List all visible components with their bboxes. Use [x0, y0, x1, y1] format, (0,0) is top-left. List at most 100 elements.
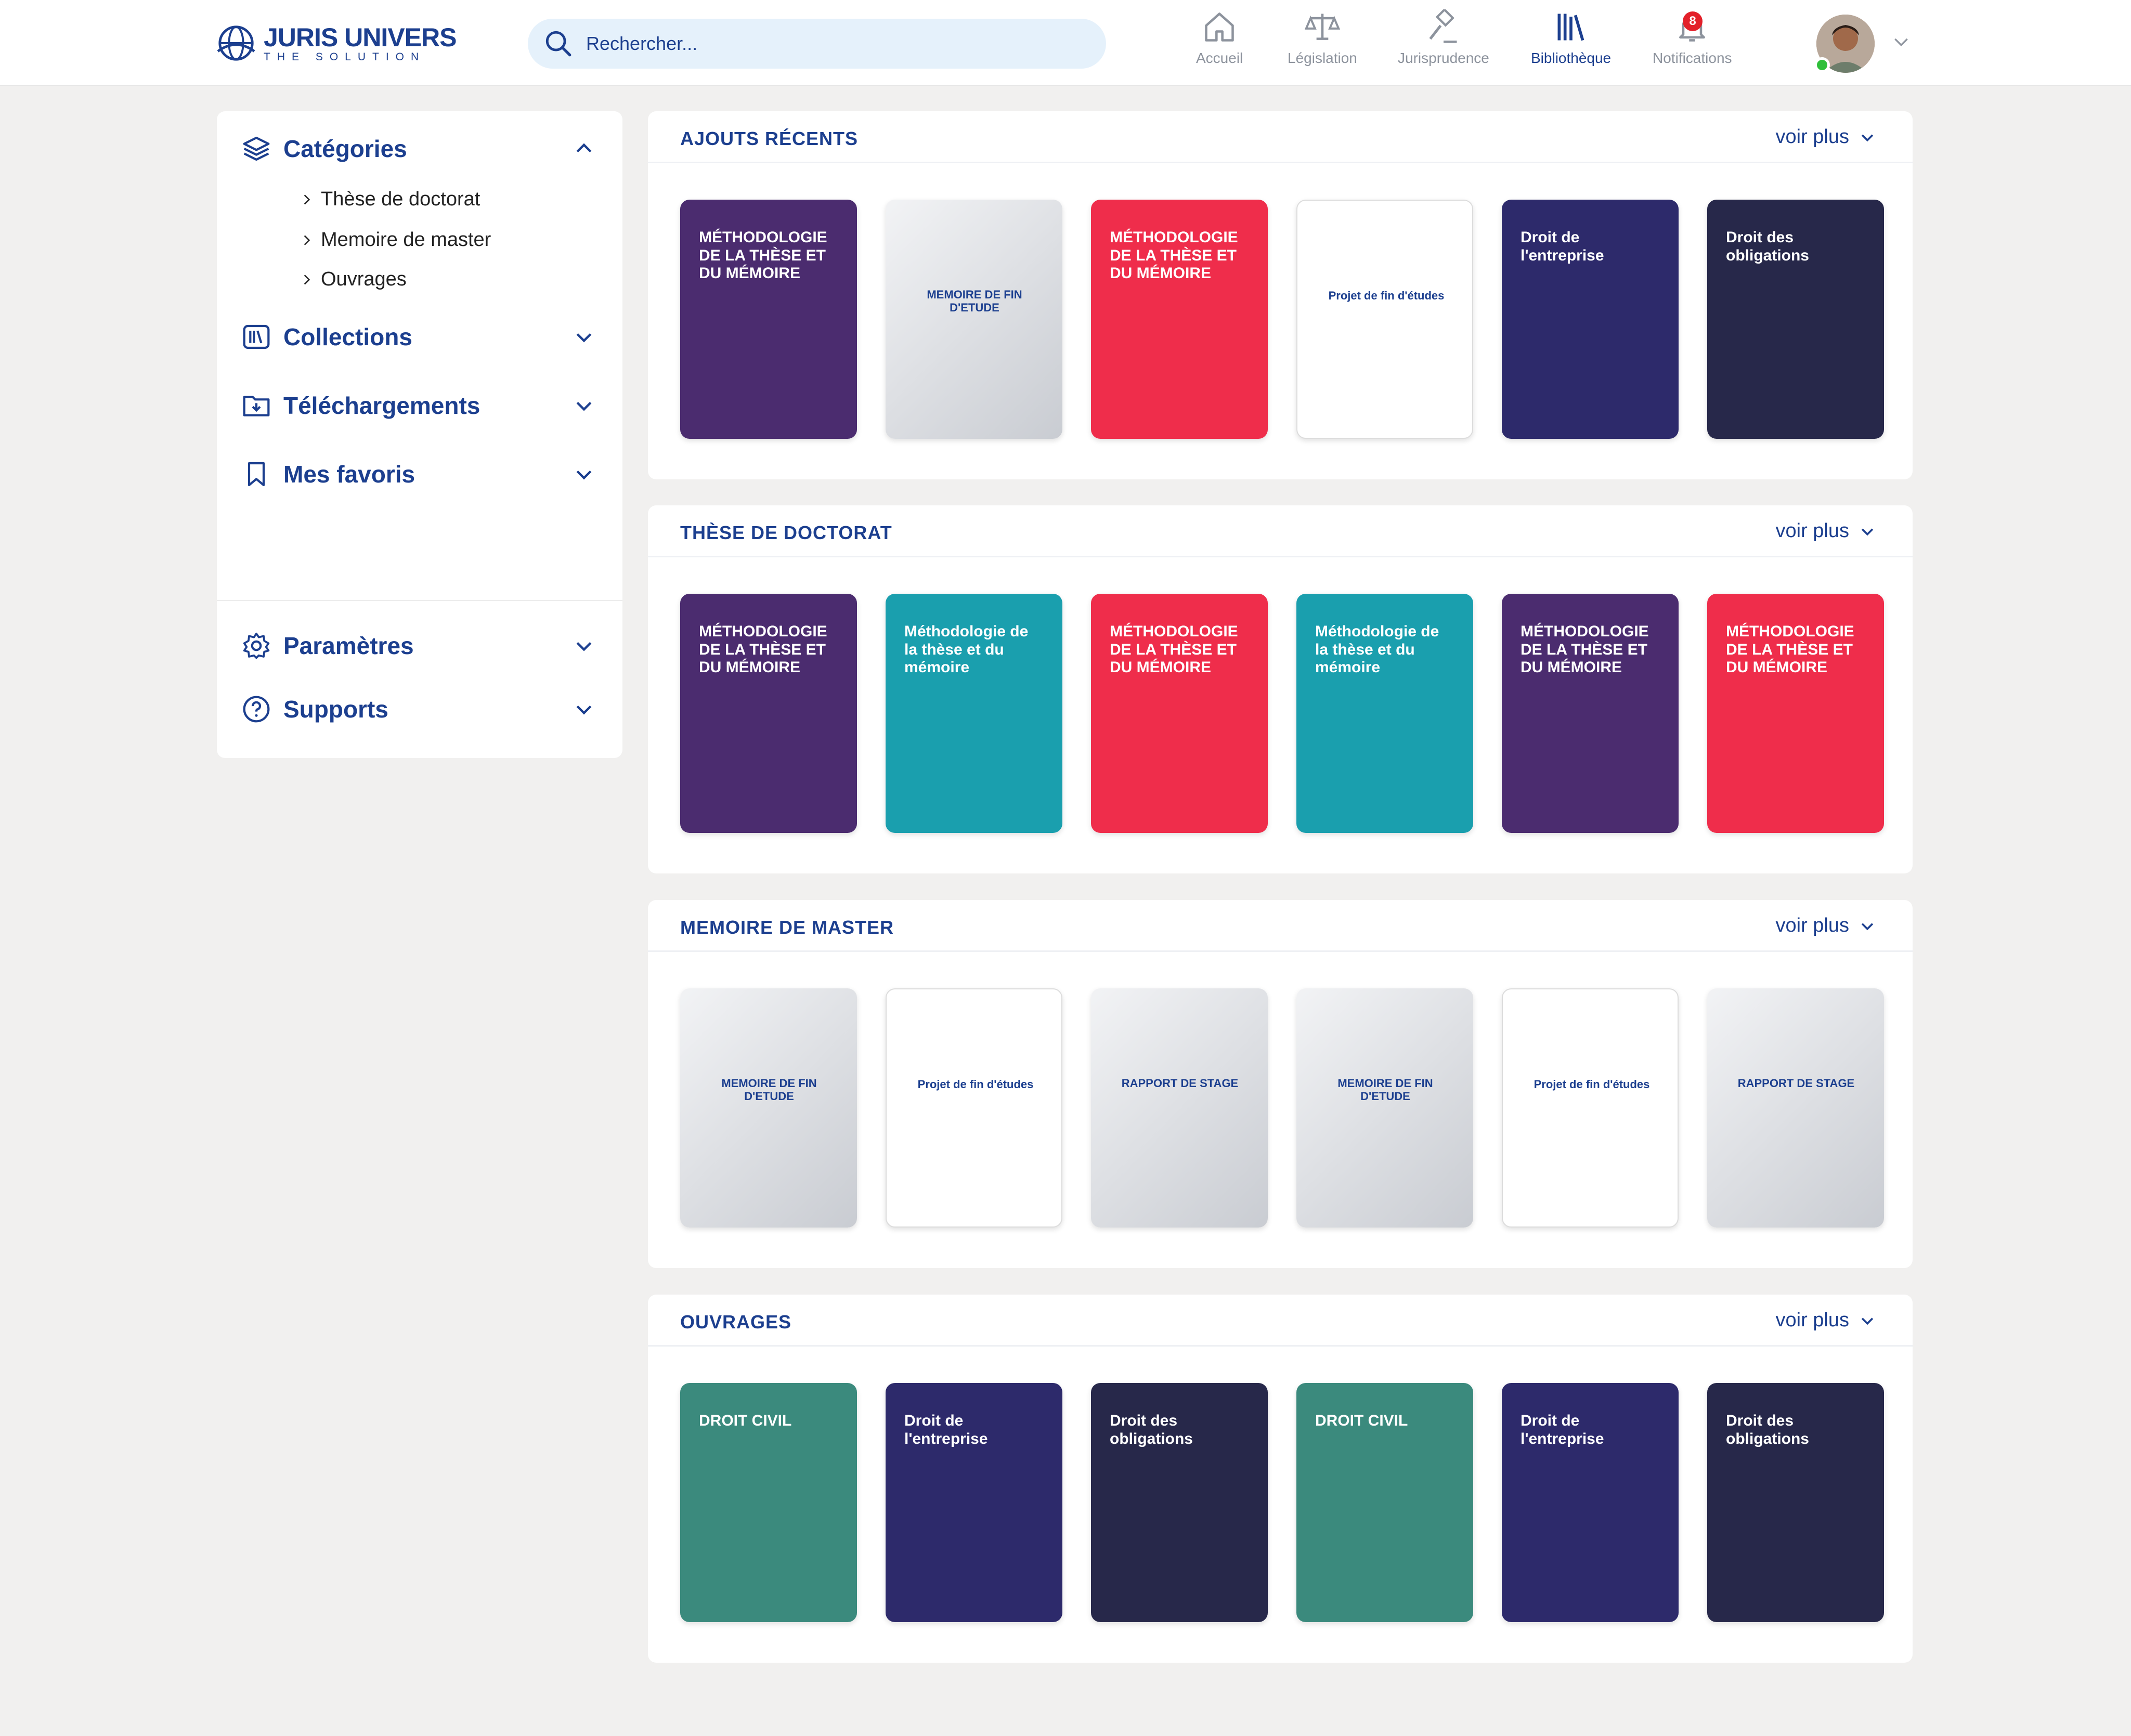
search-input[interactable] — [586, 33, 1054, 55]
section-3: MEMOIRE DE MASTER voir plus MEMOIRE DE FIN… — [648, 900, 1913, 1268]
book-title: MÉTHODOLOGIE DE LA THÈSE ET DU MÉMOIRE — [699, 229, 827, 282]
book-cover[interactable]: Méthodologie de la thèse et du mémoire — [886, 594, 1062, 833]
nav-notifications[interactable]: 8 Notifications — [1653, 9, 1732, 67]
book-cover[interactable]: RAPPORT DE STAGE — [1091, 988, 1268, 1228]
book-title: Méthodologie de la thèse et du mémoire — [904, 623, 1029, 676]
section-1: AJOUTS RÉCENTS voir plus MÉTHODOLOGIE DE L… — [648, 111, 1913, 479]
category-item-label: Ouvrages — [321, 268, 407, 290]
book-cover[interactable]: Droit de l'entreprise — [886, 1383, 1062, 1622]
book-cover[interactable]: Droit des obligations — [1707, 1383, 1884, 1622]
category-item-these[interactable]: Thèse de doctorat — [300, 188, 480, 211]
nav-label: Bibliothèque — [1531, 50, 1612, 66]
chevron-down-icon — [1861, 134, 1874, 141]
book-title: MÉTHODOLOGIE DE LA THÈSE ET DU MÉMOIRE — [1110, 623, 1238, 676]
brand-tagline: THE SOLUTION — [264, 50, 426, 63]
top-bar: JURIS UNIVERS THE SOLUTION Accueil Légis… — [0, 0, 2131, 86]
chevron-down-icon[interactable] — [573, 698, 595, 721]
sidebar-item-categories[interactable]: Catégories — [242, 134, 595, 163]
sidebar-item-label: Téléchargements — [283, 392, 480, 419]
book-cover[interactable]: DROIT CIVIL — [1296, 1383, 1473, 1622]
book-cover[interactable]: MÉTHODOLOGIE DE LA THÈSE ET DU MÉMOIRE — [680, 594, 857, 833]
search-icon — [545, 31, 571, 57]
search-bar[interactable] — [528, 19, 1106, 69]
layers-icon — [243, 136, 270, 161]
section-title: THÈSE DE DOCTORAT — [680, 522, 892, 543]
chevron-down-icon[interactable] — [573, 394, 595, 417]
book-title: DROIT CIVIL — [1315, 1412, 1408, 1429]
book-title: Projet de fin d'études — [917, 1078, 1034, 1091]
book-cover[interactable]: RAPPORT DE STAGE — [1707, 988, 1884, 1228]
sidebar-item-label: Supports — [283, 696, 388, 723]
gear-icon — [243, 632, 270, 659]
book-cover[interactable]: MÉTHODOLOGIE DE LA THÈSE ET DU MÉMOIRE — [680, 200, 857, 439]
see-more-button[interactable]: voir plus — [1776, 126, 1877, 148]
scales-icon — [1304, 14, 1340, 40]
book-cover[interactable]: MÉTHODOLOGIE DE LA THÈSE ET DU MÉMOIRE — [1091, 594, 1268, 833]
book-cover[interactable]: MÉTHODOLOGIE DE LA THÈSE ET DU MÉMOIRE — [1502, 594, 1679, 833]
book-row: MÉTHODOLOGIE DE LA THÈSE ET DU MÉMOIRE Mé… — [680, 594, 1884, 833]
see-more-button[interactable]: voir plus — [1776, 1309, 1877, 1332]
book-cover[interactable]: Méthodologie de la thèse et du mémoire — [1296, 594, 1473, 833]
home-icon — [1205, 12, 1234, 42]
category-item-label: Memoire de master — [321, 229, 491, 251]
book-cover[interactable]: Projet de fin d'études — [886, 988, 1062, 1228]
sidebar-divider — [217, 600, 622, 601]
section-title: OUVRAGES — [680, 1311, 792, 1333]
see-more-button[interactable]: voir plus — [1776, 915, 1877, 937]
book-title: Projet de fin d'études — [1534, 1078, 1650, 1091]
book-cover[interactable]: Droit des obligations — [1091, 1383, 1268, 1622]
nav-label: Législation — [1288, 50, 1357, 66]
brand-logo[interactable]: JURIS UNIVERS THE SOLUTION — [216, 20, 457, 67]
book-cover[interactable]: Droit des obligations — [1707, 200, 1884, 439]
nav-label: Notifications — [1653, 50, 1732, 66]
nav-legislation[interactable]: Législation — [1288, 9, 1357, 67]
book-title: Droit de l'entreprise — [1521, 229, 1604, 264]
category-item-ouvrages[interactable]: Ouvrages — [300, 268, 407, 291]
book-cover[interactable]: MEMOIRE DE FIN D'ETUDE — [1296, 988, 1473, 1228]
chevron-down-icon[interactable] — [1891, 31, 1912, 52]
nav-jurisprudence[interactable]: Jurisprudence — [1398, 9, 1489, 67]
book-title: MÉTHODOLOGIE DE LA THÈSE ET DU MÉMOIRE — [1726, 623, 1854, 676]
collections-icon — [243, 324, 270, 349]
book-cover[interactable]: Droit de l'entreprise — [1502, 1383, 1679, 1622]
chevron-down-icon[interactable] — [573, 634, 595, 657]
sidebar-item-supports[interactable]: Supports — [242, 695, 595, 724]
sidebar: Catégories Thèse de doctorat Memoire de … — [217, 111, 622, 758]
chevron-right-icon — [304, 194, 310, 205]
chevron-up-icon[interactable] — [573, 137, 595, 160]
book-title: Droit des obligations — [1110, 1412, 1193, 1447]
chevron-down-icon[interactable] — [573, 325, 595, 348]
sidebar-item-parametres[interactable]: Paramètres — [242, 631, 595, 660]
section-title: AJOUTS RÉCENTS — [680, 128, 859, 149]
category-item-memoire[interactable]: Memoire de master — [300, 229, 491, 251]
section-header: MEMOIRE DE MASTER voir plus — [648, 900, 1913, 952]
section-2: THÈSE DE DOCTORAT voir plus MÉTHODOLOGIE D… — [648, 505, 1913, 873]
book-cover[interactable]: Droit de l'entreprise — [1502, 200, 1679, 439]
nav-bibliotheque[interactable]: Bibliothèque — [1531, 9, 1611, 67]
book-cover[interactable]: MÉTHODOLOGIE DE LA THÈSE ET DU MÉMOIRE — [1707, 594, 1884, 833]
chevron-down-icon — [1861, 528, 1874, 536]
sidebar-item-favoris[interactable]: Mes favoris — [242, 460, 595, 489]
book-cover[interactable]: MÉTHODOLOGIE DE LA THÈSE ET DU MÉMOIRE — [1091, 200, 1268, 439]
download-folder-icon — [243, 396, 270, 416]
book-title: MEMOIRE DE FIN D'ETUDE — [721, 1077, 817, 1103]
book-cover[interactable]: Projet de fin d'études — [1502, 988, 1679, 1228]
sidebar-item-telechargements[interactable]: Téléchargements — [242, 391, 595, 420]
section-header: THÈSE DE DOCTORAT voir plus — [648, 505, 1913, 557]
gavel-icon — [1429, 9, 1457, 43]
book-title: Droit des obligations — [1726, 1412, 1809, 1447]
sidebar-item-label: Mes favoris — [283, 461, 415, 488]
book-cover[interactable]: MEMOIRE DE FIN D'ETUDE — [886, 200, 1062, 439]
online-status-dot — [1814, 57, 1830, 73]
book-cover[interactable]: Projet de fin d'études — [1296, 200, 1473, 439]
book-cover[interactable]: MEMOIRE DE FIN D'ETUDE — [680, 988, 857, 1228]
nav-label: Jurisprudence — [1398, 50, 1489, 66]
sidebar-item-collections[interactable]: Collections — [242, 322, 595, 351]
bookmark-icon — [248, 462, 265, 487]
section-title: MEMOIRE DE MASTER — [680, 917, 894, 938]
nav-accueil[interactable]: Accueil — [1196, 9, 1243, 67]
see-more-button[interactable]: voir plus — [1776, 520, 1877, 542]
book-cover[interactable]: DROIT CIVIL — [680, 1383, 857, 1622]
book-row: MÉTHODOLOGIE DE LA THÈSE ET DU MÉMOIRE ME… — [680, 200, 1884, 439]
chevron-down-icon[interactable] — [573, 463, 595, 486]
